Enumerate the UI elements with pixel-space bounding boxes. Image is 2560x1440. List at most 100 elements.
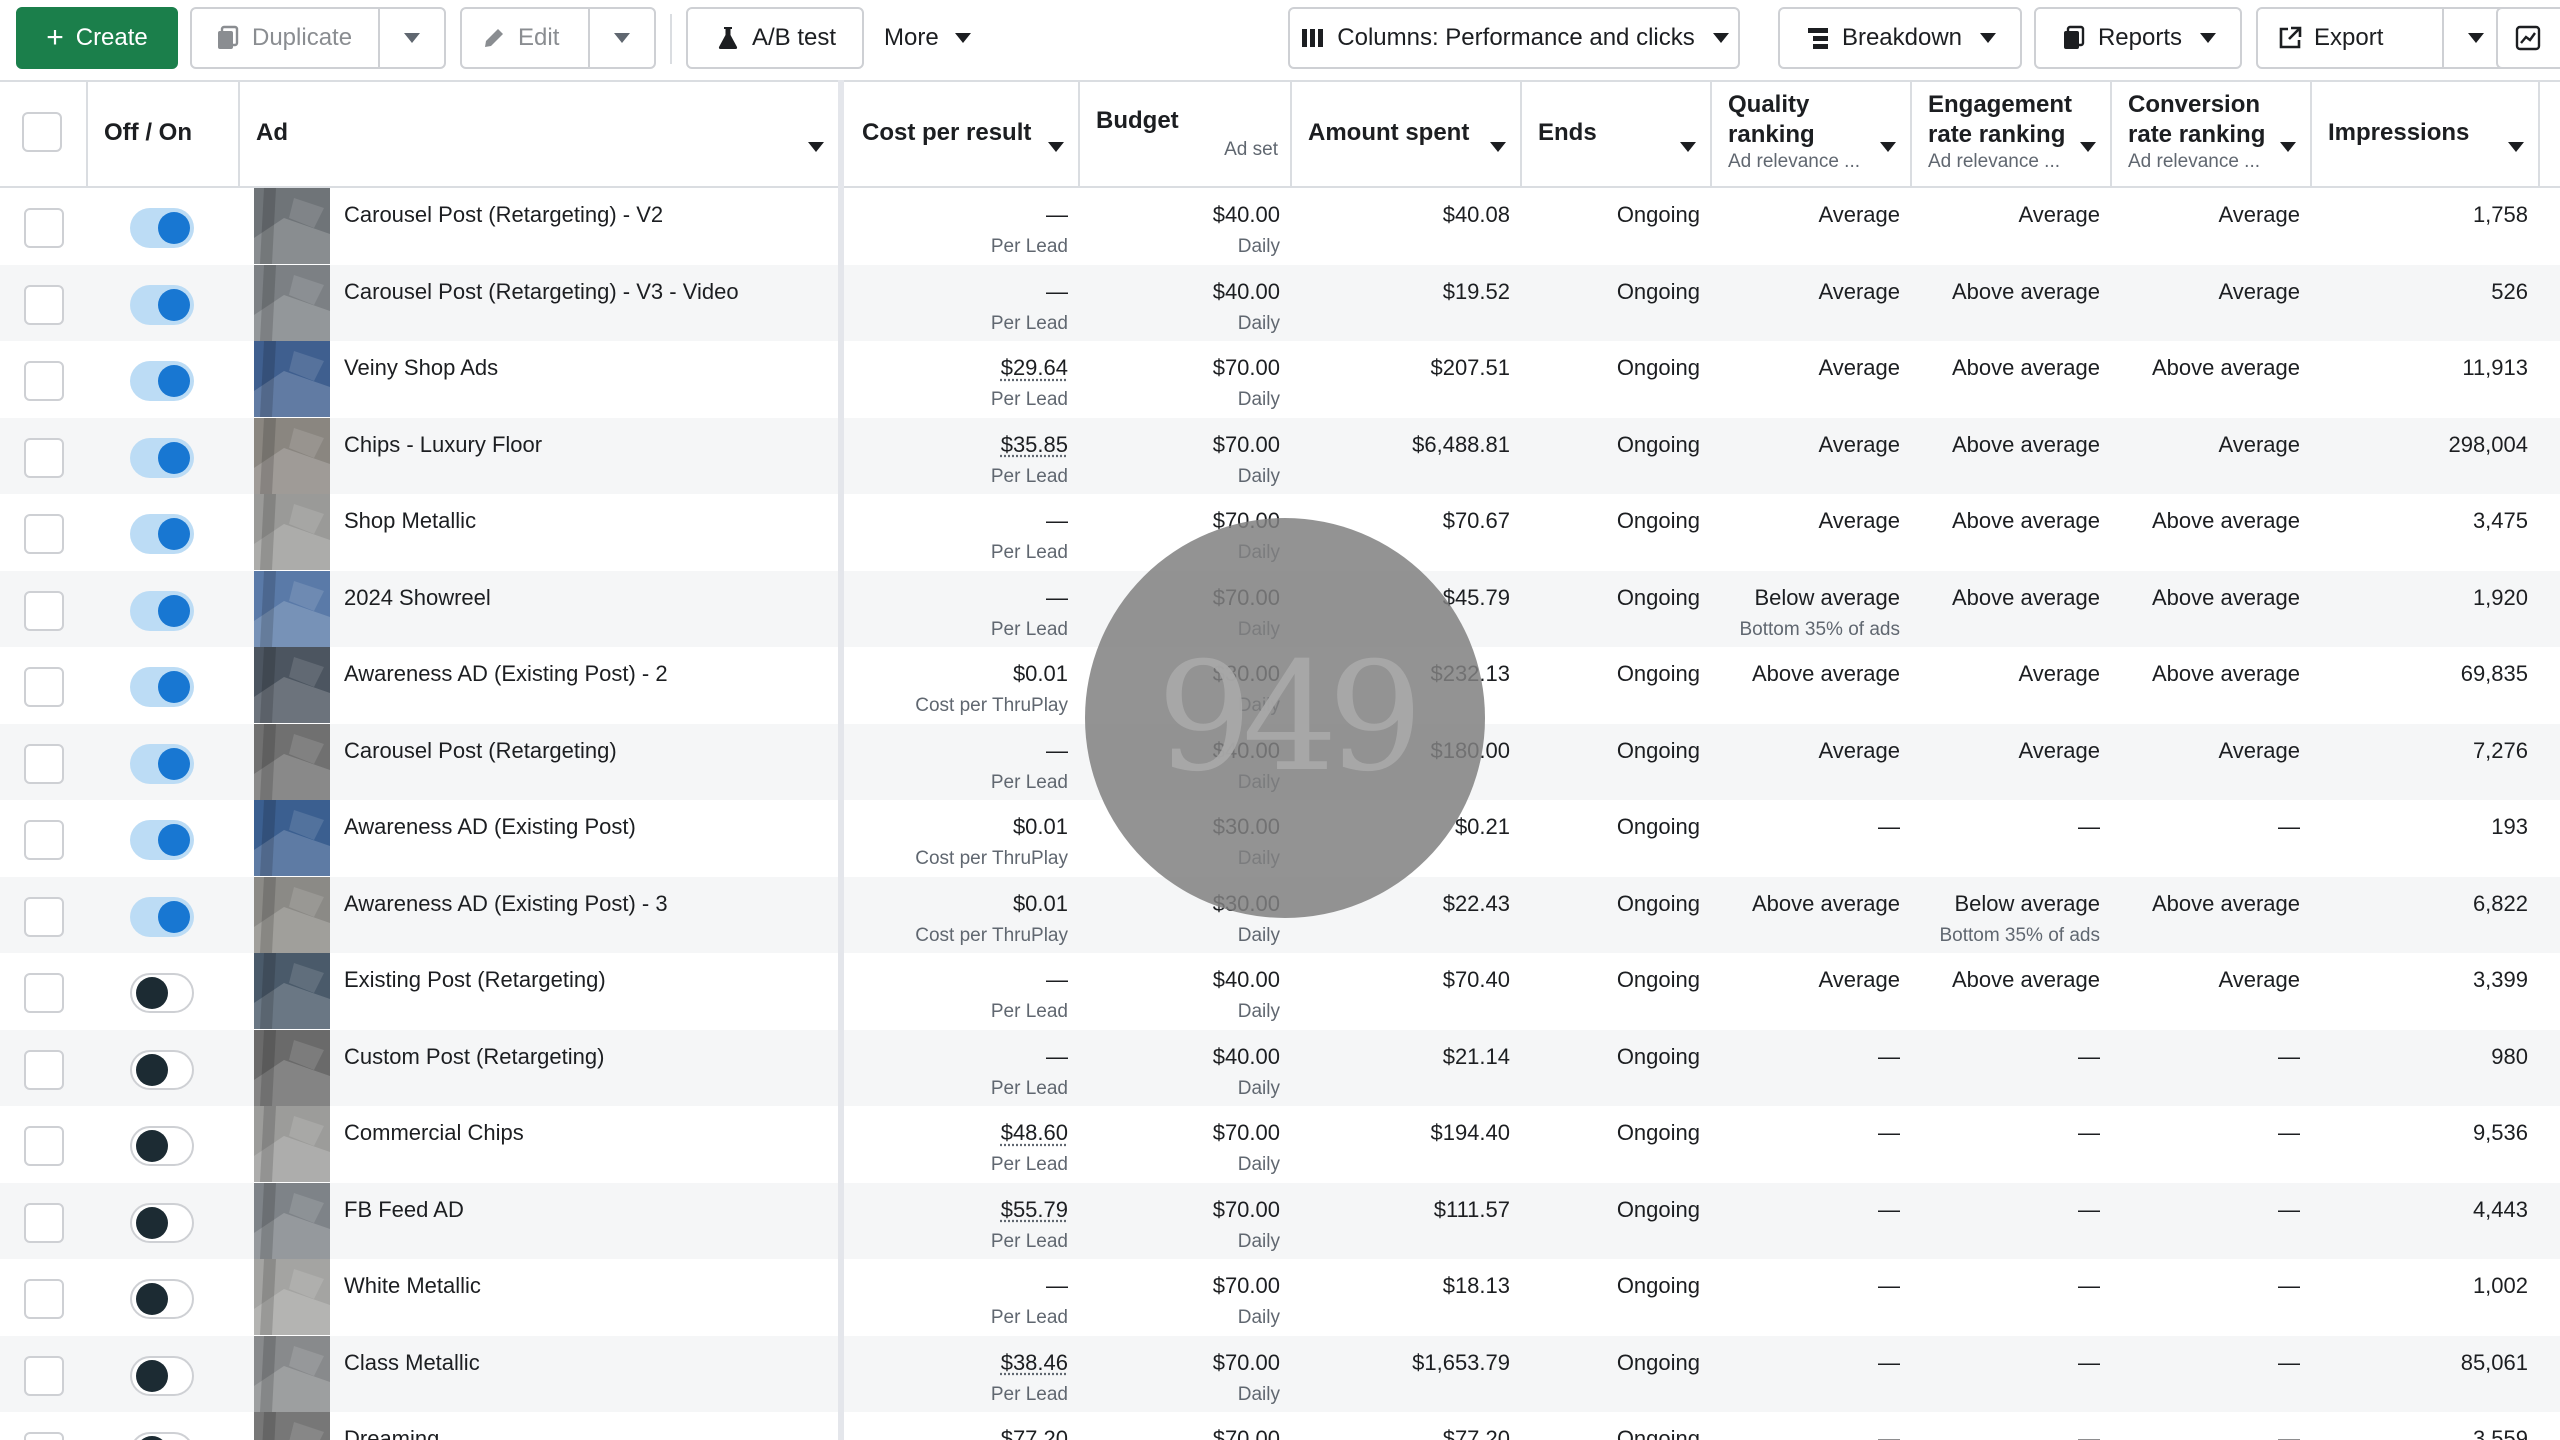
- row-checkbox[interactable]: [24, 973, 64, 1013]
- ad-status-toggle[interactable]: [130, 1049, 194, 1090]
- row-checkbox[interactable]: [24, 1126, 64, 1166]
- table-row[interactable]: Carousel Post (Retargeting) - V2 — Per L…: [0, 188, 2560, 265]
- ad-status-toggle[interactable]: [130, 590, 194, 631]
- ad-status-toggle[interactable]: [130, 1432, 194, 1440]
- ad-status-toggle[interactable]: [130, 437, 194, 478]
- ad-thumbnail[interactable]: [254, 1412, 330, 1440]
- ad-name-link[interactable]: Awareness AD (Existing Post) - 3: [344, 891, 668, 917]
- row-checkbox[interactable]: [24, 1279, 64, 1319]
- ends-header[interactable]: Ends: [1522, 82, 1712, 188]
- table-row[interactable]: FB Feed AD $55.79 Per Lead $70.00 Daily …: [0, 1182, 2560, 1259]
- sort-icon[interactable]: [1880, 130, 1896, 160]
- ad-status-toggle[interactable]: [130, 284, 194, 325]
- ad-thumbnail[interactable]: [254, 494, 330, 570]
- select-all-checkbox[interactable]: [22, 112, 62, 152]
- row-checkbox[interactable]: [24, 820, 64, 860]
- ad-thumbnail[interactable]: [254, 341, 330, 417]
- ad-name-link[interactable]: Dreaming: [344, 1426, 439, 1440]
- sort-icon[interactable]: [808, 130, 824, 160]
- impressions-header[interactable]: Impressions: [2312, 82, 2540, 188]
- table-row[interactable]: Custom Post (Retargeting) — Per Lead $40…: [0, 1029, 2560, 1106]
- ad-name-link[interactable]: Commercial Chips: [344, 1120, 524, 1146]
- cost-per-result-value[interactable]: $77.20: [1001, 1426, 1068, 1440]
- ad-thumbnail[interactable]: [254, 570, 330, 647]
- row-checkbox[interactable]: [24, 743, 64, 784]
- export-button[interactable]: Export: [2258, 9, 2442, 67]
- row-checkbox[interactable]: [24, 1355, 64, 1396]
- duplicate-dropdown[interactable]: [378, 9, 444, 67]
- cost-per-result-value[interactable]: $55.79: [1001, 1197, 1068, 1223]
- ad-thumbnail[interactable]: [254, 800, 330, 876]
- ad-status-toggle[interactable]: [130, 743, 194, 784]
- ad-thumbnail[interactable]: [254, 188, 330, 264]
- ad-thumbnail[interactable]: [254, 417, 330, 494]
- edit-dropdown[interactable]: [588, 9, 654, 67]
- row-checkbox[interactable]: [24, 437, 64, 478]
- ad-name-link[interactable]: White Metallic: [344, 1273, 481, 1299]
- table-row[interactable]: Chips - Luxury Floor $35.85 Per Lead $70…: [0, 417, 2560, 494]
- sort-icon[interactable]: [1048, 130, 1064, 160]
- create-button[interactable]: + Create: [16, 7, 178, 69]
- ad-name-link[interactable]: 2024 Showreel: [344, 585, 491, 611]
- breakdown-button[interactable]: Breakdown: [1778, 7, 2022, 69]
- ad-thumbnail[interactable]: [254, 953, 330, 1029]
- table-row[interactable]: White Metallic — Per Lead $70.00 Daily $…: [0, 1259, 2560, 1336]
- engagement-ranking-header[interactable]: Engagement rate ranking Ad relevance ...: [1912, 82, 2112, 188]
- ad-name-link[interactable]: Awareness AD (Existing Post): [344, 814, 636, 840]
- sort-icon[interactable]: [2280, 130, 2296, 160]
- ad-thumbnail[interactable]: [254, 1335, 330, 1412]
- ad-thumbnail[interactable]: [254, 647, 330, 723]
- ad-status-toggle[interactable]: [130, 514, 194, 554]
- ad-thumbnail[interactable]: [254, 1259, 330, 1335]
- amount-spent-header[interactable]: Amount spent: [1292, 82, 1522, 188]
- ad-name-link[interactable]: Existing Post (Retargeting): [344, 967, 606, 993]
- ad-status-toggle[interactable]: [130, 820, 194, 860]
- ad-status-toggle[interactable]: [130, 973, 194, 1013]
- sort-icon[interactable]: [1680, 130, 1696, 160]
- cost-per-result-value[interactable]: $48.60: [1001, 1120, 1068, 1146]
- ad-status-toggle[interactable]: [130, 1355, 194, 1396]
- sort-icon[interactable]: [1490, 130, 1506, 160]
- ad-status-toggle[interactable]: [130, 667, 194, 707]
- table-row[interactable]: Veiny Shop Ads $29.64 Per Lead $70.00 Da…: [0, 341, 2560, 418]
- row-checkbox[interactable]: [24, 1202, 64, 1243]
- duplicate-button[interactable]: Duplicate: [192, 9, 378, 67]
- more-button[interactable]: More: [884, 7, 971, 69]
- ad-header[interactable]: Ad: [240, 82, 840, 188]
- table-row[interactable]: Carousel Post (Retargeting) - V3 - Video…: [0, 264, 2560, 341]
- cost-per-result-value[interactable]: $29.64: [1001, 355, 1068, 381]
- ad-name-link[interactable]: Chips - Luxury Floor: [344, 432, 542, 458]
- ad-status-toggle[interactable]: [130, 1202, 194, 1243]
- ad-name-link[interactable]: Carousel Post (Retargeting): [344, 738, 617, 764]
- ad-name-link[interactable]: Veiny Shop Ads: [344, 355, 498, 381]
- cost-per-result-value[interactable]: $35.85: [1001, 432, 1068, 458]
- ad-status-toggle[interactable]: [130, 361, 194, 401]
- ab-test-button[interactable]: A/B test: [686, 7, 864, 69]
- edit-button[interactable]: Edit: [462, 9, 588, 67]
- table-row[interactable]: Existing Post (Retargeting) — Per Lead $…: [0, 953, 2560, 1030]
- off-on-header[interactable]: Off / On: [88, 82, 240, 188]
- cost-per-result-value[interactable]: $38.46: [1001, 1350, 1068, 1376]
- row-checkbox[interactable]: [24, 208, 64, 248]
- quality-ranking-header[interactable]: Quality ranking Ad relevance ...: [1712, 82, 1912, 188]
- row-checkbox[interactable]: [24, 896, 64, 937]
- sort-icon[interactable]: [2508, 130, 2524, 160]
- ad-thumbnail[interactable]: [254, 264, 330, 341]
- ad-name-link[interactable]: Class Metallic: [344, 1350, 480, 1376]
- ad-name-link[interactable]: FB Feed AD: [344, 1197, 464, 1223]
- row-checkbox[interactable]: [24, 1432, 64, 1440]
- ad-thumbnail[interactable]: [254, 723, 330, 800]
- row-checkbox[interactable]: [24, 361, 64, 401]
- ad-name-link[interactable]: Carousel Post (Retargeting) - V3 - Video: [344, 279, 739, 305]
- table-row[interactable]: Dreaming $77.20 Per Lead $70.00 Daily $7…: [0, 1412, 2560, 1440]
- ad-thumbnail[interactable]: [254, 1029, 330, 1106]
- table-row[interactable]: Class Metallic $38.46 Per Lead $70.00 Da…: [0, 1335, 2560, 1412]
- row-checkbox[interactable]: [24, 284, 64, 325]
- ad-status-toggle[interactable]: [130, 1279, 194, 1319]
- frozen-column-divider[interactable]: [838, 80, 844, 1440]
- ad-name-link[interactable]: Shop Metallic: [344, 508, 476, 534]
- ad-thumbnail[interactable]: [254, 876, 330, 953]
- row-checkbox[interactable]: [24, 514, 64, 554]
- ad-status-toggle[interactable]: [130, 896, 194, 937]
- conversion-ranking-header[interactable]: Conversion rate ranking Ad relevance ...: [2112, 82, 2312, 188]
